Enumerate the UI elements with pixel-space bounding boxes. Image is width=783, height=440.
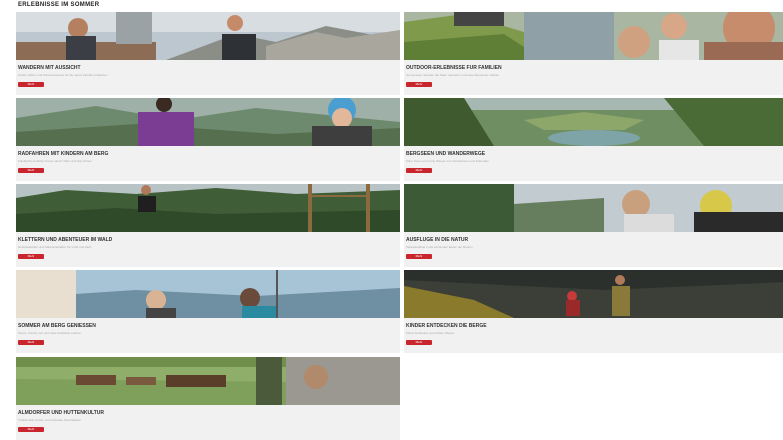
experience-card[interactable]: Almdörfer und Hüttenkultur Traditionelle… [16,357,400,440]
card-more-button[interactable]: Mehr [18,254,44,259]
card-image[interactable] [404,98,783,146]
experience-card[interactable]: Sommer am Berg genießen Sonne, frische L… [16,270,400,353]
card-description: Familienfreundliche Touren durch Täler u… [18,159,92,162]
card-title: Wandern mit Aussicht [18,65,81,71]
page-heading: ERLEBNISSE IM SOMMER [18,2,100,8]
card-title: Bergseen und Wanderwege [406,151,486,157]
card-image[interactable] [16,12,400,60]
experience-card[interactable]: Outdoor-Erlebnisse für Familien Gemeinsa… [404,12,783,95]
card-image[interactable] [404,12,783,60]
card-image[interactable] [404,270,783,318]
card-image[interactable] [16,184,400,232]
card-title: Outdoor-Erlebnisse für Familien [406,65,502,71]
card-description: Hochseilgärten und Naturspielplätze für … [18,245,92,248]
card-image[interactable] [404,184,783,232]
card-title: Sommer am Berg genießen [18,323,96,329]
card-description: Gemeinsam draußen die Natur genießen und… [406,73,500,76]
card-image[interactable] [16,98,400,146]
card-more-button[interactable]: Mehr [406,168,432,173]
card-more-button[interactable]: Mehr [406,254,432,259]
card-more-button[interactable]: Mehr [18,82,44,87]
card-more-button[interactable]: Mehr [406,82,432,87]
experience-card[interactable]: Ausflüge in die Natur Tagesausflüge in d… [404,184,783,267]
card-description: Klare Seen und grüne Wiesen zum Entspann… [406,159,489,162]
card-title: Kinder entdecken die Berge [406,323,487,329]
card-title: Klettern und Abenteuer im Wald [18,237,113,243]
experience-card[interactable]: Klettern und Abenteuer im Wald Hochseilg… [16,184,400,267]
experience-card[interactable]: Radfahren mit Kindern am Berg Familienfr… [16,98,400,181]
card-more-button[interactable]: Mehr [406,340,432,345]
experience-card[interactable]: Bergseen und Wanderwege Klare Seen und g… [404,98,783,181]
card-image[interactable] [16,357,400,405]
card-image[interactable] [16,270,400,318]
card-description: Traditionelle Hütten und regionale Spezi… [18,418,81,421]
card-description: Tagesausflüge in die schönsten Ecken der… [406,245,473,248]
card-more-button[interactable]: Mehr [18,427,44,432]
card-title: Ausflüge in die Natur [406,237,469,243]
card-more-button[interactable]: Mehr [18,168,44,173]
card-description: Gipfel, Hütten und Panoramawege für die … [18,73,108,76]
card-description: Sonne, frische Luft und weite Ausblicke … [18,331,82,334]
card-title: Almdörfer und Hüttenkultur [18,410,105,416]
experience-card[interactable]: Wandern mit Aussicht Gipfel, Hütten und … [16,12,400,95]
card-description: Kleine Entdecker auf großen Wegen [406,331,455,334]
experience-card[interactable]: Kinder entdecken die Berge Kleine Entdec… [404,270,783,353]
card-title: Radfahren mit Kindern am Berg [18,151,109,157]
card-more-button[interactable]: Mehr [18,340,44,345]
